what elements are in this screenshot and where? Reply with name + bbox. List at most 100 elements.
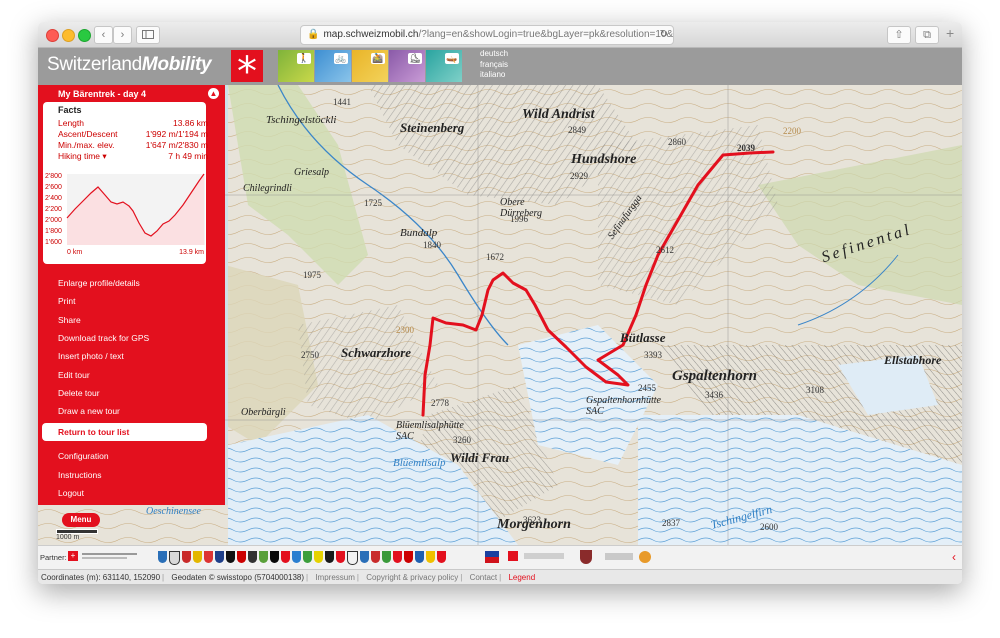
activity-tiles: 🚶 🚲 🚵 ⛸ 🛶	[278, 50, 462, 82]
canton-crest[interactable]	[169, 551, 180, 565]
partner-logo-2[interactable]	[524, 553, 564, 559]
menu-enlarge-profile[interactable]: Enlarge profile/details	[58, 278, 140, 288]
new-tab-button[interactable]: +	[946, 25, 954, 41]
fact-time-label[interactable]: Hiking time ▾	[58, 151, 107, 161]
return-label: Return to tour list	[58, 427, 130, 437]
height-1996: 1996	[510, 214, 528, 224]
swiss-asterisk-logo[interactable]: *	[231, 50, 263, 94]
canton-crest[interactable]	[404, 551, 413, 563]
lang-deutsch[interactable]: deutsch	[480, 49, 508, 60]
fact-ascent-value: 1'992 m/1'194 m	[145, 129, 208, 139]
return-to-tour-list-button[interactable]: Return to tour list	[42, 423, 207, 441]
canton-crest[interactable]	[182, 551, 191, 563]
hiking-tile[interactable]: 🚶	[278, 50, 314, 82]
partner-bar-collapse-icon[interactable]: ‹	[952, 550, 956, 564]
y-tick-2600: 2'600	[45, 184, 62, 191]
swiss-confederation-logo[interactable]: +	[68, 551, 78, 561]
menu-draw-new-tour[interactable]: Draw a new tour	[58, 406, 120, 416]
minimize-window-button[interactable]	[62, 29, 75, 42]
menu-toggle-button[interactable]: Menu	[62, 513, 100, 527]
geodata-credit: Geodaten © swisstopo (5704000138)	[171, 573, 305, 582]
tabs-button[interactable]: ⧉	[915, 26, 939, 44]
elevation-profile-chart[interactable]: 2'800 2'600 2'400 2'200 2'000 1'800 1'60…	[43, 171, 206, 256]
menu-insert-photo[interactable]: Insert photo / text	[58, 351, 124, 361]
canton-crest[interactable]	[270, 551, 279, 563]
language-switcher: deutsch français italiano	[480, 49, 508, 81]
browser-titlebar: ‹ › 🔒 map.schweizmobil.ch/?lang=en&showLo…	[38, 22, 962, 48]
facts-heading: Facts	[58, 105, 82, 115]
canoeing-tile[interactable]: 🛶	[426, 50, 462, 82]
map-scale-bar: 1000 m	[56, 529, 98, 541]
label-griesalp: Griesalp	[294, 167, 329, 178]
share-icon: ⇧	[894, 29, 904, 41]
canton-crest[interactable]	[314, 551, 323, 563]
menu-configuration[interactable]: Configuration	[58, 451, 109, 461]
partner-logo-1[interactable]	[508, 551, 518, 561]
menu-download-gps[interactable]: Download track for GPS	[58, 333, 149, 343]
y-tick-2400: 2'400	[45, 195, 62, 202]
menu-print[interactable]: Print	[58, 296, 75, 306]
canton-crest[interactable]	[415, 551, 424, 563]
partner-logo-3[interactable]	[580, 550, 592, 564]
back-button[interactable]: ‹	[94, 26, 113, 44]
fact-hiking-time[interactable]: Hiking time ▾ 7 h 49 min	[58, 151, 208, 162]
legend-link[interactable]: Legend	[508, 573, 535, 582]
address-bar[interactable]: 🔒 map.schweizmobil.ch/?lang=en&showLogin=…	[300, 25, 674, 45]
canton-crest[interactable]	[259, 551, 268, 563]
copyright-link[interactable]: Copyright & privacy policy	[366, 573, 458, 582]
label-steinenberg: Steinenberg	[400, 120, 465, 135]
x-tick-end: 13.9 km	[179, 249, 204, 256]
switzerland-tourism-logo[interactable]	[605, 553, 633, 560]
brand-logo[interactable]: SwitzerlandMobility	[47, 54, 212, 76]
skating-tile[interactable]: ⛸	[389, 50, 425, 82]
reload-icon[interactable]: ↻	[660, 26, 668, 44]
height-1725: 1725	[364, 198, 382, 208]
canton-crest[interactable]	[360, 551, 369, 563]
partner-logo-4[interactable]	[639, 551, 651, 563]
canoe-icon: 🛶	[445, 53, 459, 64]
menu-share[interactable]: Share	[58, 315, 81, 325]
menu-instructions[interactable]: Instructions	[58, 470, 101, 480]
canton-crest[interactable]	[226, 551, 235, 563]
menu-delete-tour[interactable]: Delete tour	[58, 388, 100, 398]
forward-button[interactable]: ›	[113, 26, 132, 44]
canton-crest[interactable]	[204, 551, 213, 563]
canton-crest[interactable]	[437, 551, 446, 563]
menu-logout[interactable]: Logout	[58, 488, 84, 498]
canton-crest[interactable]	[336, 551, 345, 563]
federal-offices-logo[interactable]	[82, 552, 142, 562]
canton-crest[interactable]	[325, 551, 334, 563]
canton-crest[interactable]	[193, 551, 202, 563]
canton-crest[interactable]	[248, 551, 257, 563]
mountainbike-tile[interactable]: 🚵	[352, 50, 388, 82]
canton-crest[interactable]	[303, 551, 312, 563]
canton-crest[interactable]	[371, 551, 380, 563]
sidebar-toggle-button[interactable]	[136, 26, 160, 44]
canton-crest[interactable]	[281, 551, 290, 563]
canton-crest[interactable]	[215, 551, 224, 563]
share-button[interactable]: ⇧	[887, 26, 911, 44]
lang-francais[interactable]: français	[480, 60, 508, 71]
height-2929: 2929	[570, 171, 588, 181]
bicycle-icon: 🚲	[334, 53, 348, 64]
lang-italiano[interactable]: italiano	[480, 70, 508, 81]
liechtenstein-flag[interactable]	[485, 551, 499, 563]
height-2300: 2300	[396, 325, 414, 335]
canton-crest[interactable]	[382, 551, 391, 563]
canton-crest[interactable]	[393, 551, 402, 563]
canton-crest[interactable]	[158, 551, 167, 563]
canton-crest[interactable]	[347, 551, 358, 565]
contact-link[interactable]: Contact	[470, 573, 498, 582]
fact-length-value: 13.86 km	[173, 118, 208, 128]
canton-crest[interactable]	[292, 551, 301, 563]
canton-crest[interactable]	[426, 551, 435, 563]
zoom-window-button[interactable]	[78, 29, 91, 42]
close-window-button[interactable]	[46, 29, 59, 42]
height-3393: 3393	[644, 350, 662, 360]
collapse-panel-button[interactable]: ▲	[208, 88, 219, 99]
cycling-tile[interactable]: 🚲	[315, 50, 351, 82]
impressum-link[interactable]: Impressum	[315, 573, 355, 582]
height-2778: 2778	[431, 398, 449, 408]
canton-crest[interactable]	[237, 551, 246, 563]
menu-edit-tour[interactable]: Edit tour	[58, 370, 90, 380]
